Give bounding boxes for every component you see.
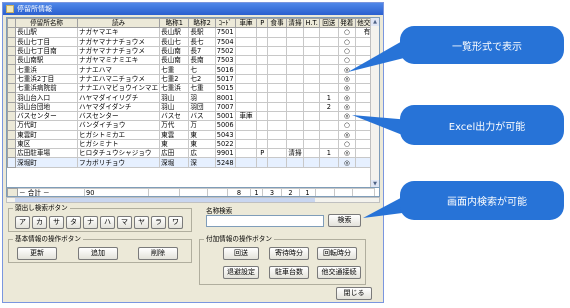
callout-list-view: 一覧形式で表示 <box>400 26 564 64</box>
callout-in-screen-search: 画面内検索が可能 <box>400 181 564 220</box>
callout-excel-export: Excel出力が可能 <box>400 105 564 145</box>
